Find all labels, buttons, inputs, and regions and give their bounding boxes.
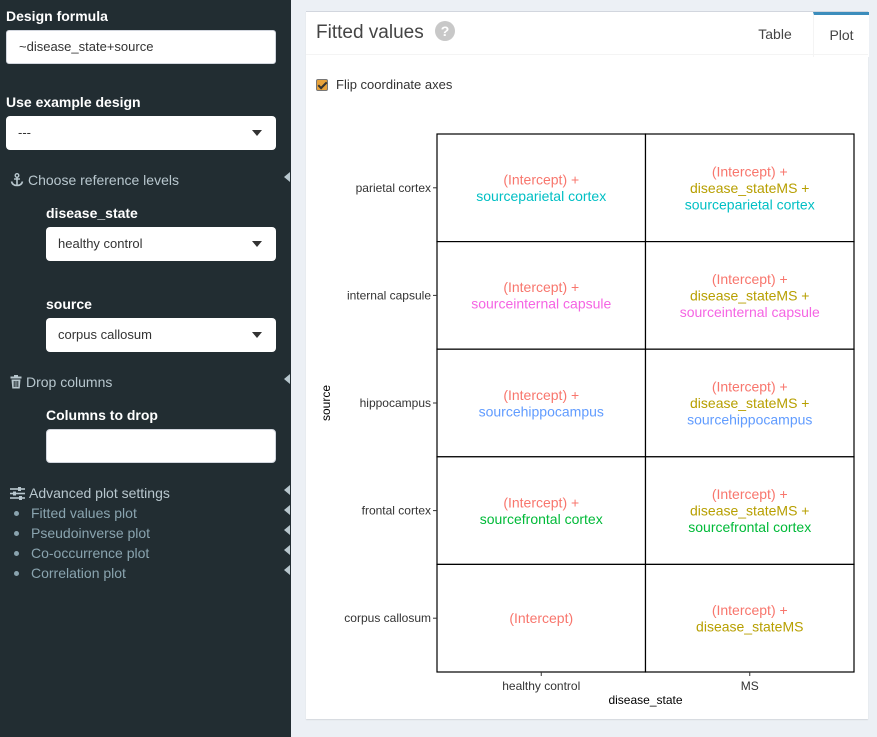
advanced-plot-settings-label: Advanced plot settings xyxy=(29,485,170,501)
design-formula-label: Design formula xyxy=(6,8,108,24)
chevron-down-icon xyxy=(252,332,262,338)
cell-label: (Intercept) xyxy=(509,610,573,626)
cell-label: (Intercept) + xyxy=(503,387,579,403)
x-tick-label: MS xyxy=(741,679,759,693)
tab-divider xyxy=(306,54,868,55)
list-item[interactable]: Fitted values plot xyxy=(14,503,150,523)
columns-to-drop-input[interactable] xyxy=(46,429,276,463)
cell-label: (Intercept) + xyxy=(712,602,788,618)
disease-state-label: disease_state xyxy=(46,205,138,221)
cell-label: sourcefrontal cortex xyxy=(688,519,811,535)
drop-columns-section[interactable]: Drop columns xyxy=(10,374,112,390)
cell-label: (Intercept) + xyxy=(503,172,579,188)
columns-to-drop-label: Columns to drop xyxy=(46,407,158,423)
list-item[interactable]: Pseudoinverse plot xyxy=(14,523,150,543)
chevron-left-icon[interactable] xyxy=(284,565,290,575)
y-tick-label: hippocampus xyxy=(360,396,431,410)
fitted-values-plot: (Intercept) +sourceparietal cortex(Inter… xyxy=(319,133,855,707)
cell-label: sourceparietal cortex xyxy=(476,188,606,204)
checkbox-icon[interactable] xyxy=(316,78,328,91)
sliders-icon xyxy=(10,486,25,500)
cell-label: disease_stateMS + xyxy=(690,395,809,411)
help-icon[interactable]: ? xyxy=(435,21,455,41)
y-tick-label: corpus callosum xyxy=(344,611,431,625)
source-label: source xyxy=(46,296,92,312)
cell-label: (Intercept) + xyxy=(712,163,788,179)
box-title: Fitted values xyxy=(316,22,424,43)
list-item-label: Co-occurrence plot xyxy=(31,545,150,561)
y-tick-label: frontal cortex xyxy=(362,504,431,518)
drop-columns-label: Drop columns xyxy=(26,374,113,390)
cell-label: disease_stateMS + xyxy=(690,503,809,519)
list-item-label: Pseudoinverse plot xyxy=(31,525,151,541)
cell-label: (Intercept) + xyxy=(712,486,788,502)
list-item-label: Fitted values plot xyxy=(31,505,137,521)
cell-label: sourcehippocampus xyxy=(479,403,604,419)
flip-axes-label: Flip coordinate axes xyxy=(336,77,453,92)
chevron-left-icon[interactable] xyxy=(284,505,290,515)
bullet-icon xyxy=(14,530,19,536)
chevron-left-icon[interactable] xyxy=(284,545,290,555)
bullet-icon xyxy=(14,570,19,576)
source-value: corpus callosum xyxy=(58,327,152,342)
list-item-label: Correlation plot xyxy=(31,565,126,581)
cell-label: (Intercept) + xyxy=(503,279,579,295)
cell-label: (Intercept) + xyxy=(503,494,579,510)
trash-icon xyxy=(10,375,22,389)
cell-label: sourcehippocampus xyxy=(687,412,812,428)
cell-label: disease_stateMS xyxy=(696,618,803,634)
y-tick-label: internal capsule xyxy=(347,288,431,302)
cell-label: disease_stateMS + xyxy=(690,180,809,196)
chevron-down-icon xyxy=(252,130,262,136)
sidebar: Design formula ~disease_state+source Use… xyxy=(0,0,291,737)
example-design-label: Use example design xyxy=(6,94,141,110)
cell-label: (Intercept) + xyxy=(712,379,788,395)
example-design-value: --- xyxy=(18,125,31,140)
flip-axes-checkbox[interactable]: Flip coordinate axes xyxy=(316,77,452,92)
chevron-down-icon xyxy=(252,241,262,247)
chevron-left-icon[interactable] xyxy=(284,485,290,495)
disease-state-value: healthy control xyxy=(58,236,143,251)
cell-label: disease_stateMS + xyxy=(690,287,809,303)
list-item[interactable]: Co-occurrence plot xyxy=(14,543,150,563)
example-design-select[interactable]: --- xyxy=(6,116,276,150)
cell-label: (Intercept) + xyxy=(712,271,788,287)
advanced-plot-settings-section[interactable]: Advanced plot settings xyxy=(10,485,170,501)
fitted-values-box: Fitted values ? Table Plot Flip coordina… xyxy=(306,11,869,719)
reference-levels-section[interactable]: Choose reference levels xyxy=(10,172,179,188)
reference-levels-label: Choose reference levels xyxy=(28,172,179,188)
source-select[interactable]: corpus callosum xyxy=(46,318,276,352)
disease-state-select[interactable]: healthy control xyxy=(46,227,276,261)
cell-label: sourceinternal capsule xyxy=(680,304,820,320)
bullet-icon xyxy=(14,510,19,516)
y-axis-title: source xyxy=(319,385,333,421)
tab-plot[interactable]: Plot xyxy=(813,12,869,57)
cell-label: sourceinternal capsule xyxy=(471,296,611,312)
chevron-left-icon[interactable] xyxy=(284,374,290,384)
list-item[interactable]: Correlation plot xyxy=(14,563,150,583)
chevron-left-icon[interactable] xyxy=(284,172,290,182)
cell-label: sourceparietal cortex xyxy=(685,196,815,212)
chevron-left-icon[interactable] xyxy=(284,525,290,535)
design-formula-input[interactable]: ~disease_state+source xyxy=(6,30,276,64)
bullet-icon xyxy=(14,550,19,556)
x-axis-title: disease_state xyxy=(608,693,682,707)
y-tick-label: parietal cortex xyxy=(356,181,431,195)
advanced-plot-list: Fitted values plot Pseudoinverse plot Co… xyxy=(14,503,150,583)
x-tick-label: healthy control xyxy=(502,679,580,693)
cell-label: sourcefrontal cortex xyxy=(480,511,603,527)
anchor-icon xyxy=(10,173,24,187)
